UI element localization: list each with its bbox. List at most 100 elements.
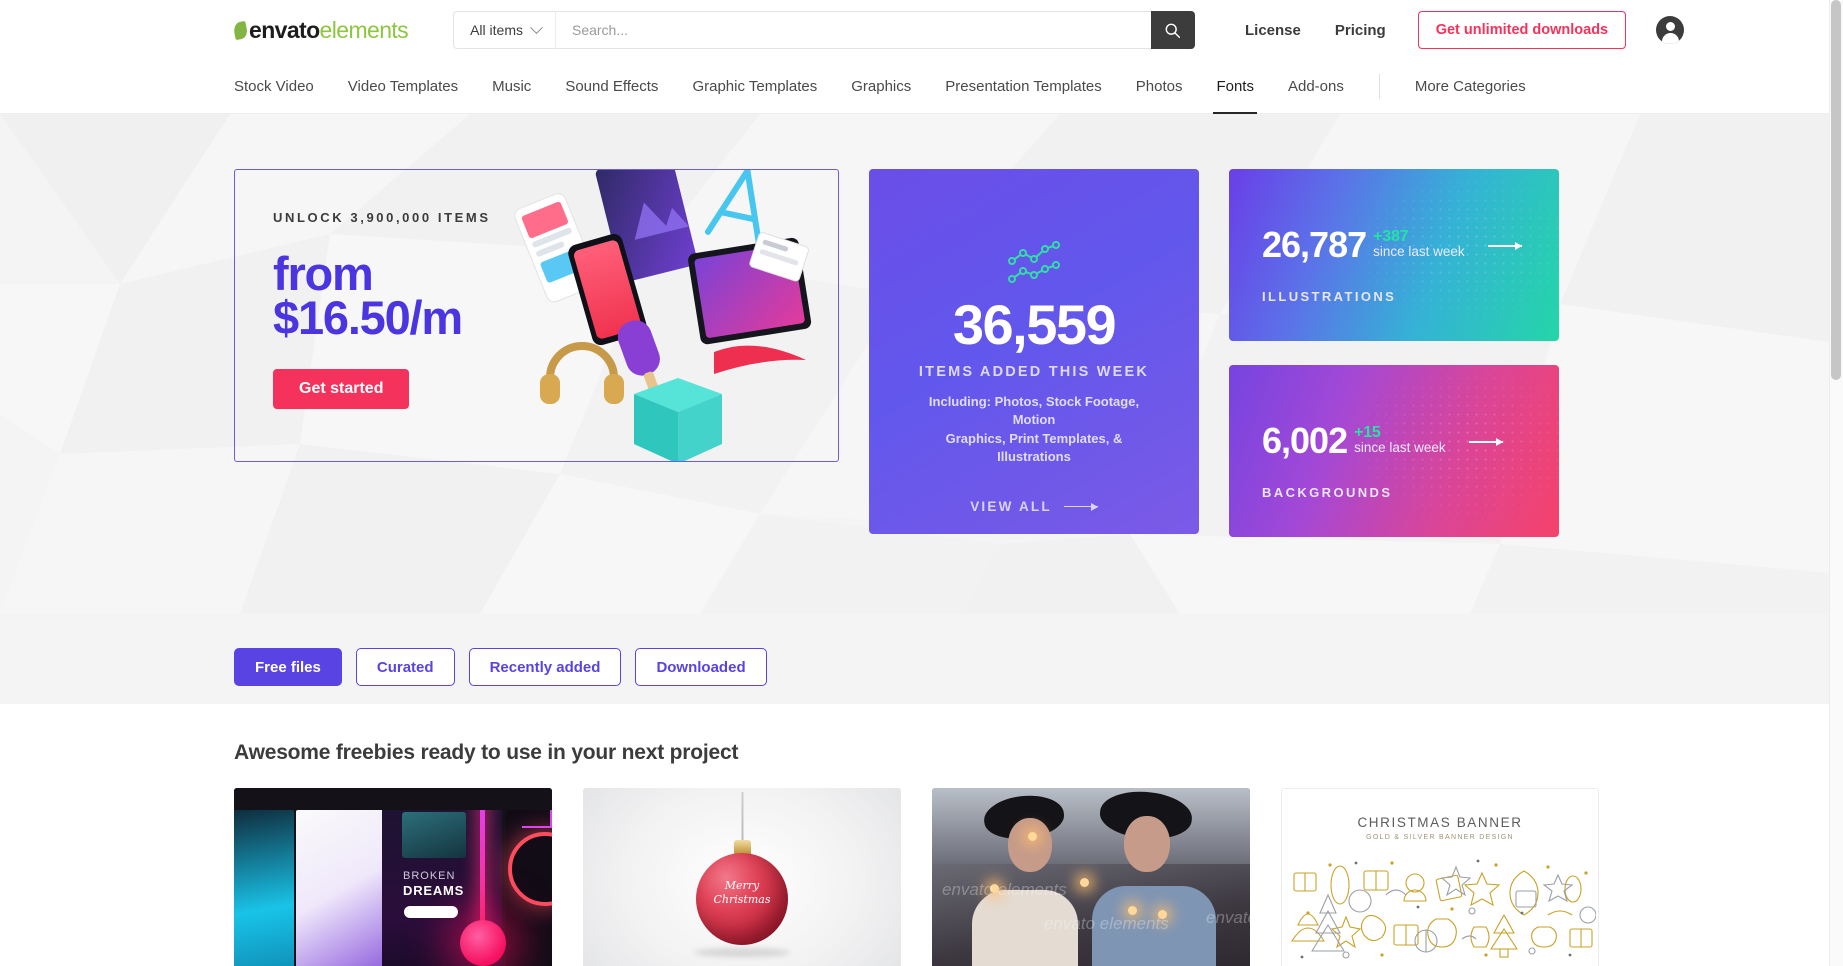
view-all-link[interactable]: VIEW ALL xyxy=(970,499,1098,514)
items-added-sub: Including: Photos, Stock Footage, Motion… xyxy=(909,393,1159,467)
promo-price-line2: $16.50/m xyxy=(273,290,463,344)
illustrations-number: 26,787 xyxy=(1262,224,1367,265)
photo-subject xyxy=(1092,886,1216,966)
banner-title: CHRISTMAS BANNER xyxy=(1357,815,1523,830)
promo-text: UNLOCK 3,900,000 ITEMS from $16.50/m Get… xyxy=(273,210,491,410)
nav-item-music[interactable]: Music xyxy=(475,60,548,113)
hero-inner: UNLOCK 3,900,000 ITEMS from $16.50/m Get… xyxy=(0,114,1843,537)
trend-graph-icon xyxy=(1008,241,1060,283)
freebies-card-grid: BROKEN DREAMS Merry Christmas envato ele… xyxy=(234,788,1843,966)
nav-divider xyxy=(1378,74,1380,99)
illustrations-since: since last week xyxy=(1373,243,1465,259)
card1-overlay-title: DREAMS xyxy=(403,883,465,898)
illustrations-stat-row: 26,787 +387 since last week xyxy=(1262,227,1559,263)
freebies-title: Awesome freebies ready to use in your ne… xyxy=(234,741,739,764)
nav-item-video-templates[interactable]: Video Templates xyxy=(331,60,475,113)
backgrounds-stat-row: 6,002 +15 since last week xyxy=(1262,423,1559,459)
logo-elements-text: elements xyxy=(319,16,409,43)
search-scope-dropdown[interactable]: All items xyxy=(453,11,555,49)
freebie-card-christmas-banner[interactable]: CHRISTMAS BANNER GOLD & SILVER BANNER DE… xyxy=(1281,788,1599,966)
items-added-card[interactable]: 36,559 ITEMS ADDED THIS WEEK Including: … xyxy=(869,169,1199,534)
neon-line-graphic xyxy=(480,792,485,928)
category-nav: Stock Video Video Templates Music Sound … xyxy=(0,60,1843,114)
nav-item-fonts[interactable]: Fonts xyxy=(1199,60,1271,114)
card1-overlay-kicker: BROKEN xyxy=(403,870,456,882)
sparkler-light xyxy=(1158,910,1167,919)
photo-face xyxy=(1124,816,1170,872)
backgrounds-number: 6,002 xyxy=(1262,420,1348,461)
bauble-ball xyxy=(696,853,788,945)
view-all-label: VIEW ALL xyxy=(970,498,1052,514)
collage-slab xyxy=(296,810,388,966)
promo-card: UNLOCK 3,900,000 ITEMS from $16.50/m Get… xyxy=(234,169,839,462)
bauble-shadow xyxy=(694,948,790,957)
items-added-sub-line1: Including: Photos, Stock Footage, Motion xyxy=(928,394,1140,428)
promo-price: from $16.50/m xyxy=(273,247,491,344)
leaf-icon xyxy=(232,20,249,40)
photo-sky xyxy=(932,788,1250,864)
search-submit-button[interactable] xyxy=(1150,11,1195,49)
nav-item-graphic-templates[interactable]: Graphic Templates xyxy=(675,60,834,113)
get-started-button[interactable]: Get started xyxy=(273,369,410,410)
search-input[interactable] xyxy=(554,11,1151,49)
search-scope-label: All items xyxy=(470,22,523,38)
chevron-down-icon xyxy=(530,20,543,34)
illustrations-stat-card[interactable]: 26,787 +387 since last week ILLUSTRATION… xyxy=(1229,169,1559,341)
freebies-section: Awesome freebies ready to use in your ne… xyxy=(0,704,1843,966)
backgrounds-label: BACKGROUNDS xyxy=(1262,485,1393,500)
items-added-sub-line2: Graphics, Print Templates, & Illustratio… xyxy=(945,430,1123,465)
filter-recently-added[interactable]: Recently added xyxy=(468,648,622,686)
photo-subject xyxy=(972,890,1078,966)
search-icon xyxy=(1166,23,1181,38)
arrow-right-icon xyxy=(1487,242,1522,249)
backgrounds-delta-group: +15 since last week xyxy=(1354,423,1446,455)
bauble-string xyxy=(741,792,744,844)
illustrations-delta-group: +387 since last week xyxy=(1373,227,1465,259)
filter-free-files[interactable]: Free files xyxy=(234,648,342,686)
nav-item-stock-video[interactable]: Stock Video xyxy=(234,60,331,113)
sparkler-light xyxy=(1128,906,1137,915)
collage-slab xyxy=(234,810,294,966)
header-link-license[interactable]: License xyxy=(1245,22,1301,39)
promo-price-line1: from xyxy=(273,247,374,300)
nav-item-more-categories[interactable]: More Categories xyxy=(1398,60,1543,113)
top-header: envato elements All items License Pricin… xyxy=(0,0,1843,60)
sparkler-light xyxy=(1080,878,1089,887)
get-unlimited-downloads-button[interactable]: Get unlimited downloads xyxy=(1417,11,1627,49)
nav-item-presentation-templates[interactable]: Presentation Templates xyxy=(928,60,1118,113)
page-scrollbar[interactable] xyxy=(1829,0,1843,966)
nav-item-add-ons[interactable]: Add-ons xyxy=(1271,60,1361,113)
header-link-pricing[interactable]: Pricing xyxy=(1335,22,1386,39)
logo-envato-text: envato xyxy=(249,16,320,43)
collage-photo xyxy=(402,812,466,858)
scrollbar-thumb[interactable] xyxy=(1831,0,1841,380)
promo-collage-illustration xyxy=(514,170,812,461)
items-added-label: ITEMS ADDED THIS WEEK xyxy=(918,364,1150,380)
arrow-right-icon xyxy=(1063,503,1098,510)
filter-row: Free files Curated Recently added Downlo… xyxy=(0,614,1843,704)
nav-item-graphics[interactable]: Graphics xyxy=(834,60,928,113)
filter-downloaded[interactable]: Downloaded xyxy=(635,648,767,686)
backgrounds-since: since last week xyxy=(1354,439,1446,455)
promo-kicker: UNLOCK 3,900,000 ITEMS xyxy=(273,210,491,225)
items-added-number: 36,559 xyxy=(952,293,1117,356)
search-bar: All items xyxy=(453,11,1195,49)
sparkler-light xyxy=(1028,832,1037,841)
envato-elements-logo[interactable]: envato elements xyxy=(232,16,409,44)
banner-subtitle: GOLD & SILVER BANNER DESIGN xyxy=(1366,834,1514,841)
freebie-card-sparklers-photo[interactable]: envato elements envato elements envato e… xyxy=(932,788,1250,966)
arrow-right-icon xyxy=(1468,438,1503,445)
freebie-card-neon-social-templates[interactable]: BROKEN DREAMS xyxy=(234,788,552,966)
christmas-icons-band xyxy=(1291,859,1596,959)
neon-dot-graphic xyxy=(460,920,506,966)
hero-section: UNLOCK 3,900,000 ITEMS from $16.50/m Get… xyxy=(0,114,1843,614)
nav-item-photos[interactable]: Photos xyxy=(1119,60,1200,113)
header-links: License Pricing xyxy=(1245,22,1386,39)
nav-item-sound-effects[interactable]: Sound Effects xyxy=(548,60,675,113)
avatar[interactable] xyxy=(1656,16,1685,44)
freebie-card-christmas-bauble[interactable] xyxy=(583,788,901,966)
backgrounds-stat-card[interactable]: 6,002 +15 since last week BACKGROUNDS xyxy=(1229,365,1559,537)
photo-face xyxy=(1008,818,1052,872)
filter-curated[interactable]: Curated xyxy=(355,648,455,686)
sparkler-light xyxy=(990,884,999,893)
